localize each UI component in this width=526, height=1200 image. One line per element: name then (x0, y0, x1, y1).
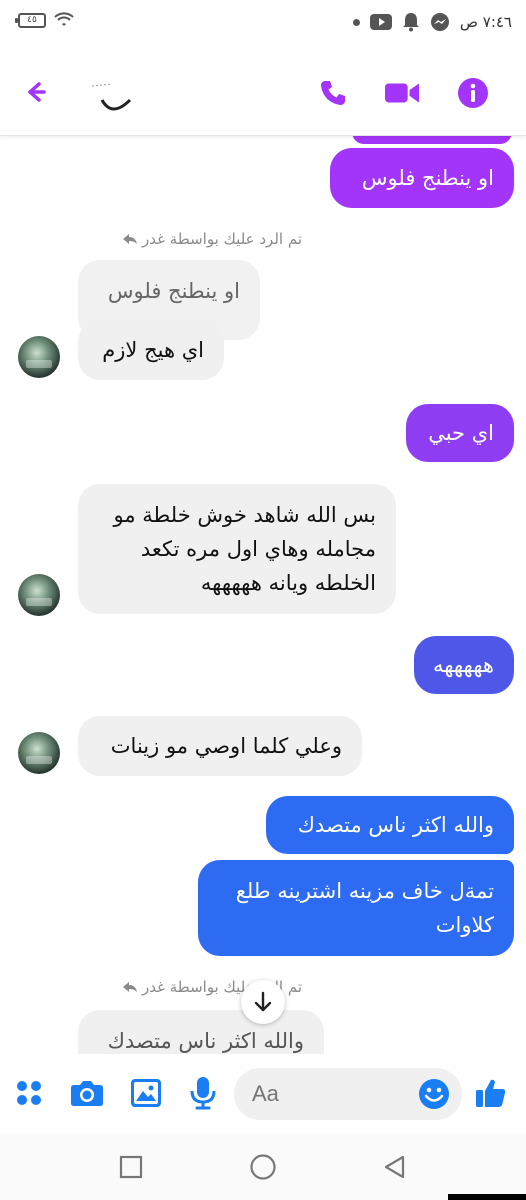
back-button[interactable] (22, 78, 50, 106)
more-actions-button[interactable] (12, 1076, 46, 1110)
battery-level: ٤٥ (27, 14, 37, 25)
message-text: اي حبي (428, 421, 494, 445)
message-bubble-partial[interactable] (352, 136, 512, 144)
status-left: ٤٥ (15, 12, 74, 28)
message-bubble-outgoing[interactable]: اي حبي (406, 404, 514, 462)
system-nav-bar (0, 1134, 526, 1200)
message-line: الخلطه ويانه هههههه (200, 571, 376, 595)
message-text: اي هيج لازم (102, 338, 204, 362)
avatar[interactable] (18, 732, 60, 774)
reply-label: تم الرد عليك بواسطة غدر (94, 230, 302, 248)
message-line: كلاوات (435, 913, 494, 937)
youtube-icon (369, 14, 392, 30)
scroll-to-bottom-button[interactable] (241, 980, 285, 1024)
message-list[interactable]: او ينطنج فلوس تم الرد عليك بواسطة غدر او… (0, 136, 526, 1054)
message-bubble-outgoing[interactable]: تمةل خاف مزينه اشترينه طلع كلاوات (198, 860, 514, 956)
voice-record-button[interactable] (186, 1076, 220, 1110)
contact-avatar-redacted[interactable] (86, 66, 146, 120)
video-call-button[interactable] (385, 76, 419, 110)
message-text: والله اكثر ناس متصدك (297, 813, 494, 837)
battery-icon: ٤٥ (15, 12, 46, 28)
message-line: بس الله شاهد خوش خلطة مو (113, 503, 376, 527)
wifi-icon (54, 12, 74, 26)
bell-icon (402, 13, 419, 32)
mic-icon (190, 1077, 216, 1110)
status-right: ٧:٤٦ ص (352, 12, 512, 32)
camera-icon (71, 1081, 103, 1106)
like-icon (476, 1079, 506, 1107)
recents-square-icon (119, 1155, 143, 1179)
message-bubble-incoming[interactable]: وعلي كلما اوصي مو زينات (78, 716, 362, 776)
reply-arrow-icon (123, 982, 138, 992)
message-line: تمةل خاف مزينه اشترينه طلع (235, 879, 494, 903)
image-icon (131, 1079, 161, 1107)
home-circle-icon (250, 1154, 276, 1180)
back-nav-button[interactable] (380, 1152, 410, 1182)
recents-button[interactable] (116, 1152, 146, 1182)
emoji-icon (419, 1079, 449, 1109)
gallery-button[interactable] (129, 1076, 163, 1110)
reply-arrow-icon (123, 234, 138, 244)
conversation-header (0, 50, 526, 136)
status-bar: ٤٥ ٧:٤٦ ص (0, 0, 526, 50)
message-bubble-incoming[interactable]: اي هيج لازم (78, 320, 224, 380)
message-text: وعلي كلما اوصي مو زينات (110, 734, 342, 758)
message-bubble-incoming[interactable]: بس الله شاهد خوش خلطة مو مجامله وهاي اول… (78, 484, 396, 614)
video-icon (385, 83, 419, 103)
dot-icon (352, 18, 360, 26)
reply-label-text: تم الرد عليك بواسطة غدر (142, 230, 302, 248)
back-arrow-icon (28, 82, 46, 102)
message-line: مجامله وهاي اول مره تكعد (140, 537, 376, 561)
like-button[interactable] (474, 1076, 508, 1110)
back-triangle-icon (384, 1155, 405, 1179)
corner-mark (448, 1194, 526, 1200)
message-text: او ينطنج فلوس (361, 166, 494, 190)
avatar[interactable] (18, 574, 60, 616)
avatar[interactable] (18, 336, 60, 378)
call-button[interactable] (316, 76, 350, 110)
info-icon (458, 78, 488, 108)
quoted-text: والله اكثر ناس متصدك (107, 1029, 304, 1053)
home-button[interactable] (248, 1152, 278, 1182)
message-text: هههههه (432, 653, 494, 677)
quoted-message-bubble[interactable]: والله اكثر ناس متصدك (78, 1010, 324, 1054)
message-bubble-outgoing[interactable]: او ينطنج فلوس (330, 148, 514, 208)
quoted-text: او ينطنج فلوس (107, 279, 240, 303)
menu-dots-icon (17, 1081, 41, 1105)
phone-icon (321, 81, 345, 105)
arrow-down-icon (254, 991, 272, 1012)
message-bubble-outgoing[interactable]: والله اكثر ناس متصدك (266, 796, 514, 854)
camera-button[interactable] (70, 1076, 104, 1110)
clock: ٧:٤٦ ص (459, 13, 512, 31)
messenger-icon (430, 13, 449, 31)
composer-bar (0, 1054, 526, 1134)
message-bubble-outgoing[interactable]: هههههه (414, 636, 514, 694)
emoji-button[interactable] (418, 1078, 450, 1110)
info-button[interactable] (456, 76, 490, 110)
